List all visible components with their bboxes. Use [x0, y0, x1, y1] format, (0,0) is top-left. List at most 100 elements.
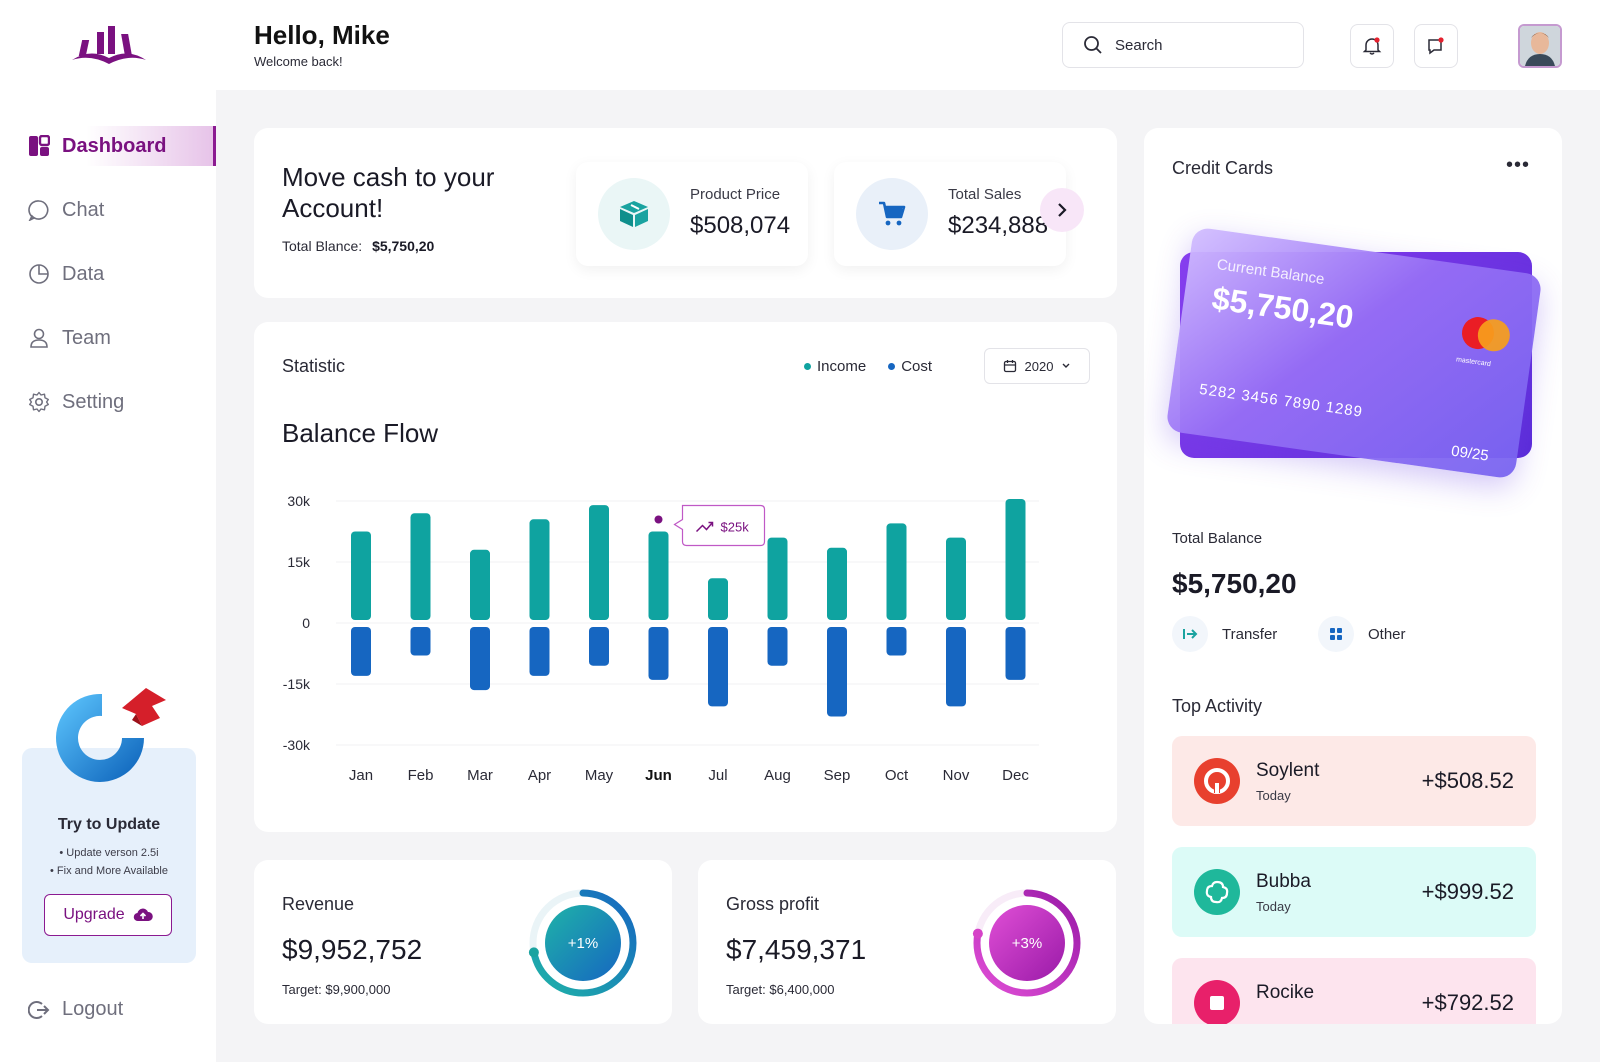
- x-tick-label: Sep: [824, 767, 851, 784]
- search-input[interactable]: Search: [1062, 22, 1304, 68]
- gross-profit-value: $7,459,371: [726, 934, 867, 965]
- grid-icon: [1318, 616, 1354, 652]
- income-bar: [1005, 498, 1026, 620]
- total-sales-box: Total Sales $234,888: [834, 162, 1066, 266]
- activity-item-bubba[interactable]: Bubba Today +$999.52: [1172, 847, 1536, 937]
- notification-button[interactable]: [1350, 24, 1394, 68]
- legend-income: Income: [804, 358, 866, 375]
- income-bar: [946, 537, 966, 620]
- update-line: • Fix and More Available: [50, 865, 168, 877]
- update-graphic-icon: [56, 688, 166, 782]
- legend-cost: Cost: [888, 358, 932, 375]
- total-balance-value: $5,750,20: [372, 238, 435, 254]
- statistic-card: Statistic Income Cost 2020 Balance Flow …: [254, 322, 1117, 832]
- chat-icon: [28, 199, 50, 221]
- revenue-progress-knob: [528, 947, 539, 958]
- credit-cards-panel: Credit Cards ••• Current Balance $5,750,…: [1144, 128, 1562, 1024]
- income-bar: [470, 549, 490, 620]
- sidebar-item-label: Team: [62, 326, 111, 349]
- card-balance: $5,750,20: [1209, 279, 1356, 336]
- gross-progress-knob: [972, 928, 983, 939]
- sidebar-item-label: Chat: [62, 198, 105, 221]
- total-balance-line: Total Blance: $5,750,20: [282, 238, 434, 254]
- cloud-upload-icon: [133, 908, 153, 922]
- logout-icon: [28, 999, 50, 1021]
- chart-legend: Income Cost: [804, 358, 932, 375]
- year-value: 2020: [1024, 358, 1054, 374]
- transfer-icon: [1172, 616, 1208, 652]
- cost-bar: [351, 627, 371, 676]
- welcome-text: Welcome back!: [254, 54, 343, 69]
- move-cash-card: Move cash to your Account! Total Blance:…: [254, 128, 1117, 298]
- card-expiry: 09/25: [1450, 442, 1490, 465]
- gross-profit-change: +3%: [1012, 935, 1042, 952]
- logout-label: Logout: [62, 998, 124, 1020]
- total-balance-value: $5,750,20: [1172, 568, 1297, 599]
- cost-bar: [470, 627, 490, 691]
- revenue-card: Revenue $9,952,752 Target: $9,900,000 +1…: [254, 860, 672, 1024]
- activity-item-soylent[interactable]: Soylent Today +$508.52: [1172, 736, 1536, 826]
- income-bar: [708, 578, 728, 620]
- x-tick-label: Jul: [708, 767, 727, 784]
- y-tick-label: -30k: [283, 737, 311, 753]
- tooltip-value: $25k: [721, 520, 750, 535]
- cost-bar: [529, 627, 550, 676]
- legend-cost-label: Cost: [901, 358, 933, 375]
- x-tick-label: Apr: [528, 767, 551, 784]
- statistic-title: Statistic: [282, 356, 346, 376]
- cost-bar: [410, 627, 431, 656]
- transfer-button[interactable]: Transfer: [1172, 616, 1277, 652]
- avatar[interactable]: [1518, 24, 1562, 68]
- sidebar-item-label: Data: [62, 262, 105, 285]
- sidebar-item-team[interactable]: Team: [0, 318, 216, 358]
- top-activity-title: Top Activity: [1172, 696, 1263, 716]
- total-sales-value: $234,888: [948, 212, 1049, 239]
- income-bar: [827, 547, 847, 620]
- revenue-value: $9,952,752: [282, 934, 423, 965]
- total-balance-label: Total Balance: [1172, 530, 1263, 547]
- rocike-icon: [1194, 980, 1240, 1024]
- cost-bar: [886, 627, 907, 656]
- cost-bar: [1005, 627, 1026, 680]
- cost-bar: [767, 627, 788, 666]
- activity-amount: +$508.52: [1421, 768, 1514, 793]
- activity-name: Bubba: [1256, 871, 1311, 892]
- messages-button[interactable]: [1414, 24, 1458, 68]
- income-bar: [767, 537, 788, 620]
- sidebar-item-chat[interactable]: Chat: [0, 190, 216, 230]
- sidebar-item-label: Setting: [62, 390, 125, 413]
- x-tick-label: Oct: [885, 767, 909, 784]
- highlight-point: [654, 515, 663, 524]
- cost-bar: [827, 627, 847, 717]
- activity-time: Today: [1256, 899, 1291, 914]
- sidebar-item-data[interactable]: Data: [0, 254, 216, 294]
- year-select[interactable]: 2020: [984, 348, 1090, 384]
- activity-amount: +$999.52: [1421, 879, 1514, 904]
- upgrade-button[interactable]: Upgrade: [44, 894, 172, 936]
- income-bar: [529, 519, 550, 620]
- balance-flow-title: Balance Flow: [282, 418, 439, 448]
- greeting: Hello, Mike: [254, 20, 390, 50]
- x-tick-label: Feb: [408, 767, 434, 784]
- soylent-icon: [1194, 758, 1240, 804]
- sidebar-item-setting[interactable]: Setting: [0, 382, 216, 422]
- activity-item-rocike[interactable]: Rocike +$792.52: [1172, 958, 1536, 1024]
- sidebar-item-dashboard[interactable]: Dashboard: [0, 126, 216, 166]
- box-icon-wrapper: [598, 178, 670, 250]
- other-button[interactable]: Other: [1318, 616, 1406, 652]
- chevron-down-icon: [1062, 363, 1070, 368]
- pie-chart-icon: [28, 263, 50, 285]
- more-options-icon[interactable]: •••: [1506, 154, 1530, 177]
- update-title: Try to Update: [57, 816, 161, 833]
- bell-icon: [1362, 37, 1382, 55]
- y-tick-label: 30k: [287, 493, 311, 509]
- x-tick-label: Dec: [1002, 767, 1029, 784]
- credit-cards-title: Credit Cards: [1172, 158, 1274, 178]
- search-placeholder: Search: [1115, 36, 1163, 54]
- next-button[interactable]: [1040, 188, 1084, 232]
- x-tick-label: Nov: [943, 767, 970, 784]
- income-bar: [648, 531, 669, 620]
- user-avatar-icon: [1520, 26, 1560, 66]
- logout-button[interactable]: Logout: [28, 998, 123, 1021]
- total-balance-label: Total Blance:: [282, 238, 363, 254]
